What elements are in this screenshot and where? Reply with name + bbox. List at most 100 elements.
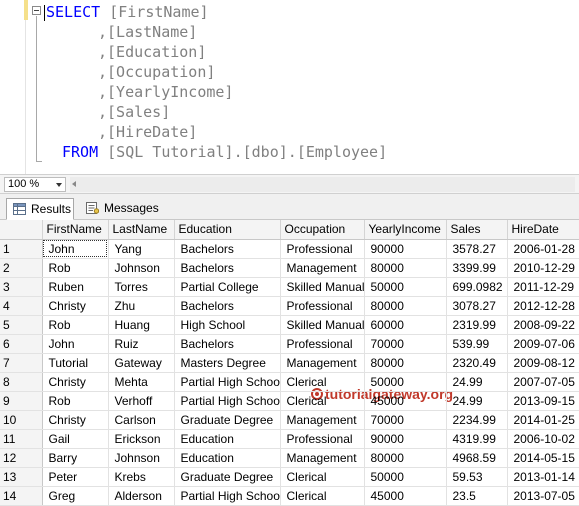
- column-header-yearlyincome[interactable]: YearlyIncome: [364, 220, 447, 240]
- grid-cell[interactable]: Clerical: [280, 467, 365, 487]
- grid-cell[interactable]: Skilled Manual: [280, 315, 365, 335]
- grid-cell[interactable]: Skilled Manual: [280, 277, 365, 297]
- grid-cell[interactable]: 90000: [364, 239, 447, 259]
- grid-cell[interactable]: Alderson: [108, 486, 175, 506]
- grid-cell[interactable]: 2007-07-05: [507, 372, 579, 392]
- table-row[interactable]: 2 Rob Johnson Bachelors Management 80000 3399.…: [0, 258, 579, 278]
- grid-cell[interactable]: John: [42, 334, 109, 354]
- grid-cell[interactable]: 2010-12-29: [507, 258, 579, 278]
- grid-cell[interactable]: 699.0982: [446, 277, 508, 297]
- results-grid[interactable]: FirstName LastName Education Occupation …: [0, 220, 579, 506]
- row-number[interactable]: 10: [0, 410, 43, 430]
- grid-cell[interactable]: 45000: [364, 486, 447, 506]
- grid-cell[interactable]: Management: [280, 448, 365, 468]
- grid-cell[interactable]: Rob: [42, 258, 109, 278]
- grid-cell[interactable]: Gail: [42, 429, 109, 449]
- grid-cell[interactable]: Partial High School: [174, 391, 281, 411]
- row-number[interactable]: 11: [0, 429, 43, 449]
- row-number[interactable]: 5: [0, 315, 43, 335]
- grid-cell[interactable]: Christy: [42, 410, 109, 430]
- grid-cell[interactable]: Clerical: [280, 486, 365, 506]
- grid-cell[interactable]: 4968.59: [446, 448, 508, 468]
- grid-cell[interactable]: 2009-08-12: [507, 353, 579, 373]
- grid-cell[interactable]: Krebs: [108, 467, 175, 487]
- grid-cell[interactable]: 2014-05-15: [507, 448, 579, 468]
- code-line-1[interactable]: SELECT [FirstName]: [44, 2, 209, 22]
- grid-cell[interactable]: 70000: [364, 334, 447, 354]
- row-number[interactable]: 8: [0, 372, 43, 392]
- code-line-2[interactable]: ,[LastName]: [98, 22, 197, 42]
- grid-cell[interactable]: Graduate Degree: [174, 467, 281, 487]
- table-row[interactable]: 7 Tutorial Gateway Masters Degree Management…: [0, 353, 579, 373]
- grid-cell[interactable]: 4319.99: [446, 429, 508, 449]
- row-number[interactable]: 9: [0, 391, 43, 411]
- grid-cell[interactable]: Masters Degree: [174, 353, 281, 373]
- grid-cell[interactable]: 80000: [364, 448, 447, 468]
- grid-cell[interactable]: Tutorial: [42, 353, 109, 373]
- scroll-left-icon[interactable]: [72, 181, 76, 187]
- grid-cell[interactable]: Education: [174, 448, 281, 468]
- collapse-icon[interactable]: [32, 6, 41, 15]
- table-row[interactable]: 5 Rob Huang High School Skilled Manual 60000 2…: [0, 315, 579, 335]
- row-header-corner[interactable]: [0, 220, 43, 240]
- grid-cell[interactable]: Ruben: [42, 277, 109, 297]
- grid-cell[interactable]: Management: [280, 410, 365, 430]
- grid-cell[interactable]: Mehta: [108, 372, 175, 392]
- grid-cell[interactable]: Torres: [108, 277, 175, 297]
- row-number[interactable]: 14: [0, 486, 43, 506]
- grid-cell[interactable]: 3399.99: [446, 258, 508, 278]
- horizontal-scrollbar[interactable]: [70, 177, 575, 192]
- row-number[interactable]: 2: [0, 258, 43, 278]
- grid-cell[interactable]: Graduate Degree: [174, 410, 281, 430]
- grid-cell[interactable]: 2009-07-06: [507, 334, 579, 354]
- grid-cell[interactable]: Bachelors: [174, 334, 281, 354]
- grid-cell[interactable]: Professional: [280, 239, 365, 259]
- grid-cell[interactable]: Bachelors: [174, 239, 281, 259]
- grid-cell[interactable]: 2011-12-29: [507, 277, 579, 297]
- grid-cell[interactable]: Gateway: [108, 353, 175, 373]
- grid-cell[interactable]: 2319.99: [446, 315, 508, 335]
- grid-cell[interactable]: 59.53: [446, 467, 508, 487]
- grid-cell[interactable]: 60000: [364, 315, 447, 335]
- grid-cell[interactable]: 3078.27: [446, 296, 508, 316]
- grid-cell[interactable]: Rob: [42, 391, 109, 411]
- grid-cell[interactable]: 2013-01-14: [507, 467, 579, 487]
- grid-cell[interactable]: Johnson: [108, 448, 175, 468]
- column-header-occupation[interactable]: Occupation: [280, 220, 365, 240]
- code-line-4[interactable]: ,[Occupation]: [98, 62, 215, 82]
- grid-cell[interactable]: 50000: [364, 277, 447, 297]
- grid-cell[interactable]: 2012-12-28: [507, 296, 579, 316]
- grid-cell[interactable]: Clerical: [280, 372, 365, 392]
- grid-cell[interactable]: 24.99: [446, 372, 508, 392]
- grid-cell[interactable]: Professional: [280, 296, 365, 316]
- row-number[interactable]: 13: [0, 467, 43, 487]
- grid-cell[interactable]: 2006-01-28: [507, 239, 579, 259]
- column-header-education[interactable]: Education: [174, 220, 281, 240]
- grid-cell[interactable]: Management: [280, 258, 365, 278]
- table-row[interactable]: 12 Barry Johnson Education Management 80000 49…: [0, 448, 579, 468]
- column-header-sales[interactable]: Sales: [446, 220, 508, 240]
- grid-cell[interactable]: 80000: [364, 353, 447, 373]
- code-line-3[interactable]: ,[Education]: [98, 42, 206, 62]
- grid-cell[interactable]: Education: [174, 429, 281, 449]
- row-number[interactable]: 6: [0, 334, 43, 354]
- grid-cell[interactable]: Bachelors: [174, 296, 281, 316]
- grid-cell[interactable]: 70000: [364, 410, 447, 430]
- code-line-8[interactable]: FROM [SQL Tutorial].[dbo].[Employee]: [62, 142, 387, 162]
- grid-cell[interactable]: Johnson: [108, 258, 175, 278]
- grid-cell[interactable]: Yang: [108, 239, 175, 259]
- grid-cell[interactable]: 2234.99: [446, 410, 508, 430]
- grid-cell[interactable]: Bachelors: [174, 258, 281, 278]
- table-row[interactable]: 11 Gail Erickson Education Professional 90000…: [0, 429, 579, 449]
- grid-cell[interactable]: Christy: [42, 296, 109, 316]
- column-header-firstname[interactable]: FirstName: [42, 220, 109, 240]
- row-number[interactable]: 3: [0, 277, 43, 297]
- grid-cell[interactable]: 2014-01-25: [507, 410, 579, 430]
- table-row[interactable]: 1 John Yang Bachelors Professional 90000 3578.…: [0, 239, 579, 259]
- code-line-6[interactable]: ,[Sales]: [98, 102, 170, 122]
- grid-cell[interactable]: Huang: [108, 315, 175, 335]
- grid-cell[interactable]: Carlson: [108, 410, 175, 430]
- table-row[interactable]: 10 Christy Carlson Graduate Degree Managemen…: [0, 410, 579, 430]
- table-row[interactable]: 13 Peter Krebs Graduate Degree Clerical 50000…: [0, 467, 579, 487]
- chevron-down-icon[interactable]: [56, 183, 62, 187]
